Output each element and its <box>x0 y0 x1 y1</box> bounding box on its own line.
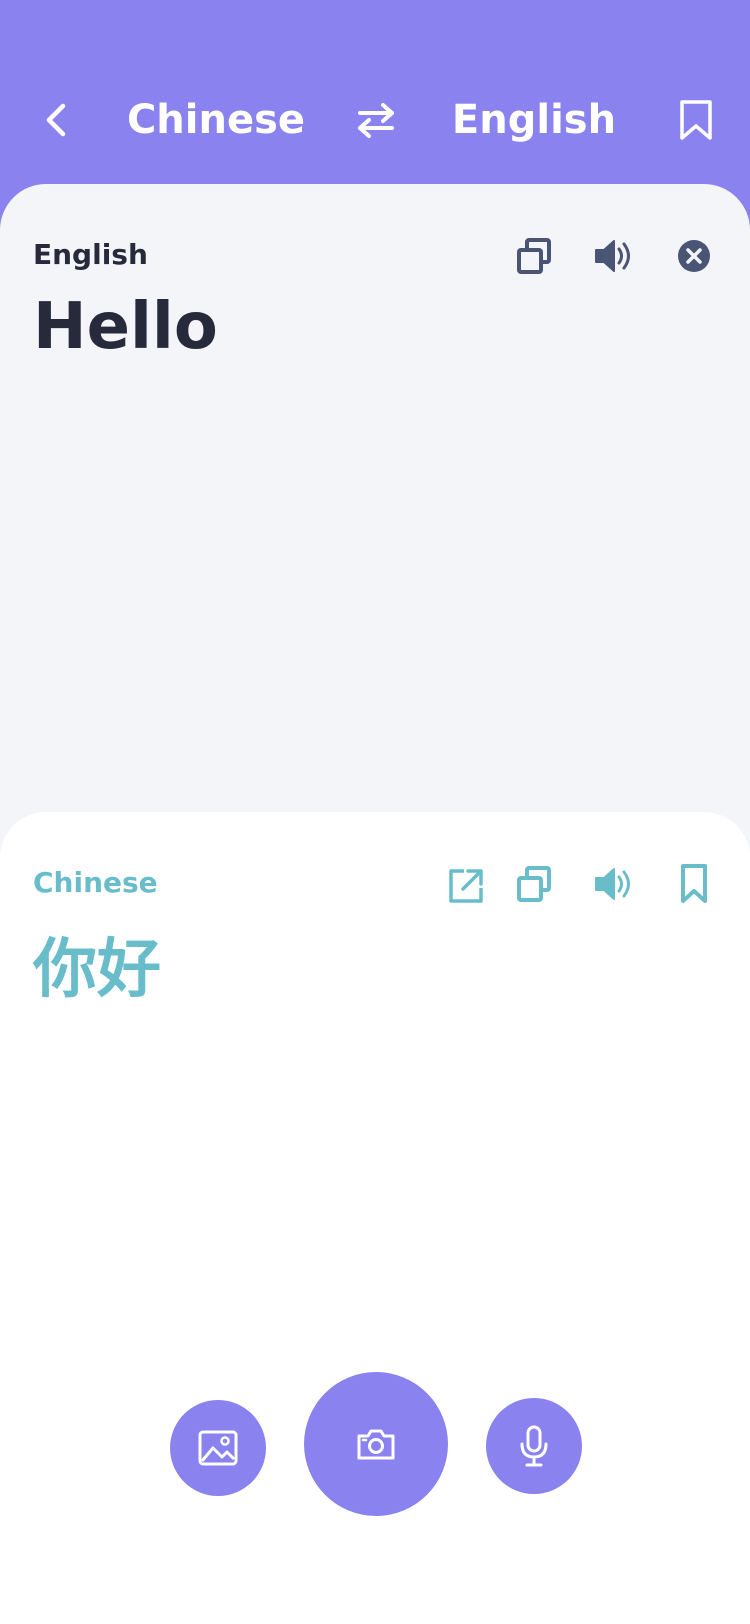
clear-source-button[interactable] <box>668 230 720 282</box>
bookmark-icon <box>680 100 712 140</box>
result-language-label: Chinese <box>33 866 158 899</box>
translated-text: 你好 <box>33 933 161 1007</box>
camera-icon <box>357 1429 395 1460</box>
bookmark-result-button[interactable] <box>668 858 720 910</box>
gallery-button[interactable] <box>170 1400 266 1496</box>
speak-source-button[interactable] <box>588 230 640 282</box>
source-text[interactable]: Hello <box>33 290 218 364</box>
copy-icon <box>517 866 551 902</box>
source-input-panel[interactable] <box>0 184 750 864</box>
target-language-selector[interactable]: English <box>446 92 622 148</box>
close-circle-icon <box>678 240 710 272</box>
open-external-button[interactable] <box>440 860 492 912</box>
swap-languages-button[interactable] <box>346 92 406 148</box>
image-icon <box>198 1430 238 1466</box>
bookmark-icon <box>681 864 707 903</box>
source-language-label: English <box>33 238 148 271</box>
chevron-left-icon <box>46 103 66 137</box>
speaker-icon <box>595 240 630 272</box>
microphone-icon <box>520 1425 548 1467</box>
copy-source-button[interactable] <box>508 230 560 282</box>
swap-arrows-icon <box>358 103 394 138</box>
copy-icon <box>517 238 551 274</box>
back-button[interactable] <box>30 92 82 148</box>
speaker-icon <box>595 868 630 900</box>
voice-input-button[interactable] <box>486 1398 582 1494</box>
speak-result-button[interactable] <box>588 858 640 910</box>
open-external-icon <box>449 869 483 903</box>
saved-bookmarks-button[interactable] <box>670 92 722 148</box>
camera-button[interactable] <box>304 1372 448 1516</box>
source-language-selector[interactable]: Chinese <box>120 92 312 148</box>
copy-result-button[interactable] <box>508 858 560 910</box>
